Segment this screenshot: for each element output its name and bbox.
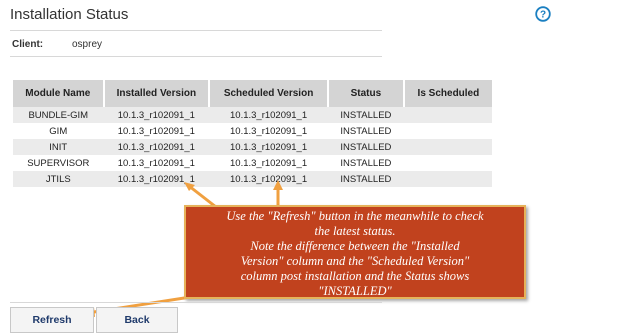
- column-header-status[interactable]: Status: [328, 80, 405, 107]
- column-header-scheduled-version[interactable]: Scheduled Version: [209, 80, 330, 107]
- cell-module-name: JTILS: [13, 171, 104, 187]
- cell-module-name: BUNDLE-GIM: [13, 107, 104, 123]
- back-button[interactable]: Back: [96, 307, 178, 333]
- column-header-module-name[interactable]: Module Name: [13, 80, 105, 107]
- cell-installed-version: 10.1.3_r102091_1: [103, 107, 210, 123]
- page-title: Installation Status: [10, 6, 129, 23]
- cell-status: INSTALLED: [328, 123, 404, 139]
- cell-scheduled-version: 10.1.3_r102091_1: [209, 155, 329, 171]
- cell-status: INSTALLED: [328, 171, 404, 187]
- callout-line: column post installation and the Status …: [240, 269, 470, 283]
- cell-is-scheduled: [403, 171, 492, 187]
- client-label: Client:: [12, 39, 44, 50]
- cell-scheduled-version: 10.1.3_r102091_1: [209, 107, 329, 123]
- help-question-icon[interactable]: ?: [535, 6, 551, 22]
- cell-is-scheduled: [403, 107, 492, 123]
- cell-status: INSTALLED: [328, 155, 404, 171]
- cell-status: INSTALLED: [328, 139, 404, 155]
- cell-installed-version: 10.1.3_r102091_1: [103, 155, 210, 171]
- column-header-installed-version[interactable]: Installed Version: [103, 80, 211, 107]
- arrow-to-installed-version: [188, 184, 217, 209]
- callout-line: "INSTALLED": [318, 284, 392, 298]
- cell-installed-version: 10.1.3_r102091_1: [103, 139, 210, 155]
- client-divider: [10, 56, 382, 57]
- table-row[interactable]: BUNDLE-GIM 10.1.3_r102091_1 10.1.3_r1020…: [13, 107, 492, 123]
- callout-line: Version" column and the "Scheduled Versi…: [240, 254, 470, 268]
- footer-divider: [10, 302, 382, 303]
- table-row[interactable]: INIT 10.1.3_r102091_1 10.1.3_r102091_1 I…: [13, 139, 492, 155]
- callout-line: Use the "Refresh" button in the meanwhil…: [226, 209, 484, 223]
- cell-is-scheduled: [403, 123, 492, 139]
- table-row[interactable]: GIM 10.1.3_r102091_1 10.1.3_r102091_1 IN…: [13, 123, 492, 139]
- table-row[interactable]: SUPERVISOR 10.1.3_r102091_1 10.1.3_r1020…: [13, 155, 492, 171]
- installation-status-table: Module Name Installed Version Scheduled …: [13, 80, 492, 187]
- title-divider: [10, 30, 382, 31]
- cell-installed-version: 10.1.3_r102091_1: [103, 123, 210, 139]
- cell-module-name: INIT: [13, 139, 104, 155]
- instruction-callout: Use the "Refresh" button in the meanwhil…: [184, 205, 526, 299]
- cell-scheduled-version: 10.1.3_r102091_1: [209, 139, 329, 155]
- cell-scheduled-version: 10.1.3_r102091_1: [209, 171, 329, 187]
- table-header-row: Module Name Installed Version Scheduled …: [13, 80, 492, 107]
- cell-installed-version: 10.1.3_r102091_1: [103, 171, 210, 187]
- table-row[interactable]: JTILS 10.1.3_r102091_1 10.1.3_r102091_1 …: [13, 171, 492, 187]
- cell-module-name: SUPERVISOR: [13, 155, 104, 171]
- cell-status: INSTALLED: [328, 107, 404, 123]
- cell-module-name: GIM: [13, 123, 104, 139]
- svg-text:?: ?: [540, 10, 546, 21]
- callout-line: Note the difference between the "Install…: [250, 239, 460, 253]
- client-value: osprey: [72, 39, 103, 50]
- cell-is-scheduled: [403, 155, 492, 171]
- callout-line: the latest status.: [314, 224, 396, 238]
- column-header-is-scheduled[interactable]: Is Scheduled: [403, 80, 492, 107]
- cell-is-scheduled: [403, 139, 492, 155]
- refresh-button[interactable]: Refresh: [10, 307, 94, 333]
- cell-scheduled-version: 10.1.3_r102091_1: [209, 123, 329, 139]
- installation-status-page: Installation Status ? Client: osprey Mod…: [0, 0, 624, 336]
